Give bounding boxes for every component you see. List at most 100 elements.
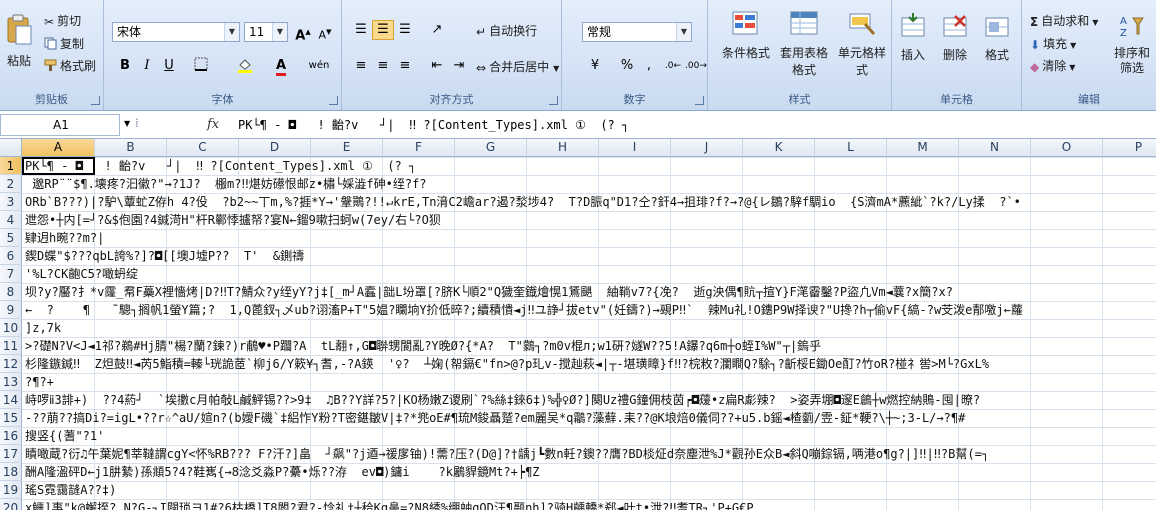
align-top-button[interactable]: ☰ [350,20,372,40]
column-header-m[interactable]: M [887,139,959,156]
row-header-1[interactable]: 1 [0,157,22,175]
chevron-down-icon[interactable]: ▼ [676,23,691,41]
column-header-e[interactable]: E [311,139,383,156]
column-header-l[interactable]: L [815,139,887,156]
format-button[interactable]: 格式 [978,12,1016,63]
row-header-3[interactable]: 3 [0,193,22,211]
cell-area[interactable]: PK└¶ - ◘ ! 齝?v ┘| ‼ ?[Content_Types].xml… [22,157,1156,510]
font-color-button[interactable]: A [270,56,292,76]
increase-decimal-button[interactable]: .0← [662,56,684,76]
chevron-down-icon[interactable]: ▼ [124,119,130,128]
number-launcher[interactable] [695,96,704,105]
currency-button[interactable]: ¥ [584,56,606,76]
decrease-indent-button[interactable]: ⇤ [426,56,448,76]
select-all-corner[interactable] [0,139,22,156]
grow-font-button[interactable]: A▲ [292,22,314,43]
decrease-decimal-icon: .00→ [685,61,707,71]
decrease-decimal-button[interactable]: .00→ [684,56,707,76]
clipboard-launcher[interactable] [91,96,100,105]
alignment-launcher[interactable] [549,96,558,105]
column-header-o[interactable]: O [1031,139,1103,156]
fill-button[interactable]: ⬇ 填充 ▼ [1030,35,1076,52]
chevron-down-icon[interactable]: ▼ [553,64,559,73]
row-header-11[interactable]: 11 [0,337,22,355]
align-right-button[interactable]: ≡ [394,56,416,76]
delete-button[interactable]: 删除 [936,12,974,63]
column-header-f[interactable]: F [383,139,455,156]
chevron-down-icon[interactable]: ▼ [1070,41,1076,50]
column-header-i[interactable]: I [599,139,671,156]
column-header-p[interactable]: P [1103,139,1156,156]
row-header-10[interactable]: 10 [0,319,22,337]
row-header-4[interactable]: 4 [0,211,22,229]
clipboard-group-label: 剪贴板 [35,93,68,106]
chevron-down-icon[interactable]: ▼ [272,23,287,41]
column-header-n[interactable]: N [959,139,1031,156]
shrink-font-button[interactable]: A▼ [314,22,336,42]
name-box[interactable]: A1 [0,114,120,136]
column-header-h[interactable]: H [527,139,599,156]
row-header-20[interactable]: 20 [0,499,22,510]
column-header-c[interactable]: C [167,139,239,156]
row-13-cell-text: ?¶?+ [25,375,54,389]
chevron-down-icon[interactable]: ▼ [1092,18,1098,27]
format-painter-button[interactable]: 格式刷 [44,57,96,75]
row-header-5[interactable]: 5 [0,229,22,247]
row-header-18[interactable]: 18 [0,463,22,481]
font-size-combo[interactable]: 11 ▼ [244,22,288,42]
column-header-b[interactable]: B [95,139,167,156]
row-header-6[interactable]: 6 [0,247,22,265]
cell-styles-button[interactable]: 单元格样式 [834,10,890,78]
align-middle-button[interactable]: ☰ [372,20,394,40]
format-as-table-button[interactable]: 套用表格格式 [776,10,832,78]
chevron-down-icon[interactable]: ▼ [224,23,239,41]
orientation-button[interactable]: ↗ [426,20,448,40]
cut-button[interactable]: ✂ 剪切 [44,12,81,29]
fill-color-button[interactable] [234,56,256,76]
chevron-down-icon[interactable]: ▼ [1069,63,1075,72]
row-header-9[interactable]: 9 [0,301,22,319]
active-cell-a1[interactable] [22,157,95,175]
align-left-button[interactable]: ≡ [350,56,372,76]
insert-button[interactable]: 插入 [894,12,932,63]
row-header-17[interactable]: 17 [0,445,22,463]
row-header-15[interactable]: 15 [0,409,22,427]
row-header-12[interactable]: 12 [0,355,22,373]
column-header-g[interactable]: G [455,139,527,156]
align-bottom-button[interactable]: ☰ [394,20,416,40]
merge-center-button[interactable]: ⇔ 合并后居中 ▼ [476,58,559,75]
row-header-16[interactable]: 16 [0,427,22,445]
autosum-button[interactable]: Σ 自动求和 ▼ [1030,12,1098,29]
increase-indent-button[interactable]: ⇥ [448,56,470,76]
italic-button[interactable]: I [136,56,158,76]
underline-button[interactable]: U [158,56,180,76]
column-header-d[interactable]: D [239,139,311,156]
row-header-8[interactable]: 8 [0,283,22,301]
font-launcher[interactable] [329,96,338,105]
row-header-2[interactable]: 2 [0,175,22,193]
row-header-14[interactable]: 14 [0,391,22,409]
percent-button[interactable]: % [616,56,638,76]
row-header-13[interactable]: 13 [0,373,22,391]
column-header-a[interactable]: A [22,139,95,156]
sort-filter-button[interactable]: AZ 排序和筛选 [1108,12,1156,76]
formula-input[interactable]: PK└¶ - ◘ ! 齝?v ┘| ‼ ?[Content_Types].xml… [238,114,629,136]
paste-button[interactable]: 粘贴 [2,14,36,69]
clear-button[interactable]: ◆ 清除 ▼ [1030,57,1075,74]
number-format-combo[interactable]: 常规 ▼ [582,22,692,42]
align-center-button[interactable]: ≡ [372,56,394,76]
fx-icon[interactable]: fx [207,117,219,132]
row-header-19[interactable]: 19 [0,481,22,499]
copy-button[interactable]: 复制 [44,35,84,53]
fill-down-icon: ⬇ [1030,37,1041,52]
row-header-7[interactable]: 7 [0,265,22,283]
border-button[interactable] [190,56,212,76]
wrap-text-button[interactable]: ↵ 自动换行 [476,22,537,39]
phonetic-button[interactable]: wén [304,56,334,76]
column-header-j[interactable]: J [671,139,743,156]
conditional-format-button[interactable]: 条件格式 [718,10,774,61]
column-header-k[interactable]: K [743,139,815,156]
bold-button[interactable]: B [114,56,136,76]
comma-button[interactable]: , [638,56,660,76]
font-name-combo[interactable]: 宋体 ▼ [112,22,240,42]
